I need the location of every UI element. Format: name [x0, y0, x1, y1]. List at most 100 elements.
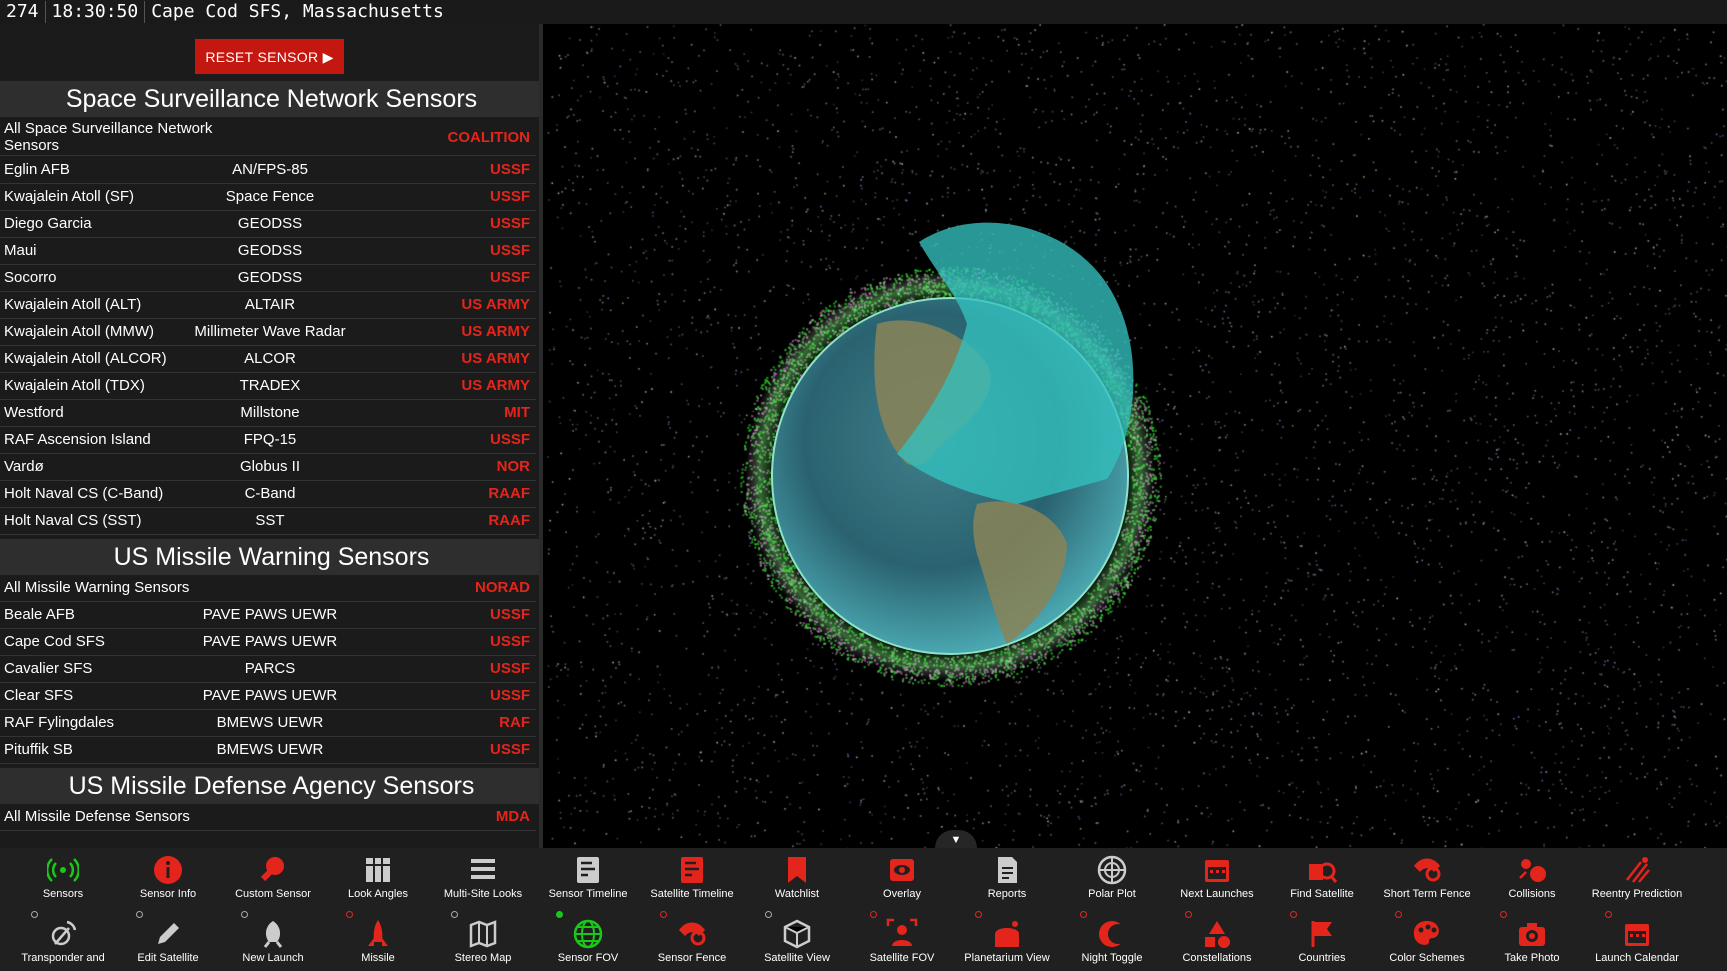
toolbar-button-new-launch[interactable]: New Launch [221, 908, 325, 971]
sensor-row[interactable]: Clear SFS PAVE PAWS UEWR USSF [0, 683, 536, 710]
sensor-row[interactable]: All Missile Warning Sensors NORAD [0, 575, 536, 602]
sensor-row[interactable]: Kwajalein Atoll (SF) Space Fence USSF [0, 184, 536, 211]
sensor-row[interactable]: RAF Fylingdales BMEWS UEWR RAF [0, 710, 536, 737]
status-indicator [556, 911, 563, 918]
toolbar-button-watchlist[interactable]: Watchlist [745, 848, 849, 906]
toolbar-button-next-launches[interactable]: Next Launches [1165, 848, 1269, 906]
sensor-row[interactable]: Kwajalein Atoll (ALCOR) ALCOR US ARMY [0, 346, 536, 373]
toolbar-button-launch-calendar[interactable]: Launch Calendar [1585, 908, 1689, 971]
toolbar-button-color-schemes[interactable]: Color Schemes [1375, 908, 1479, 971]
top-bar: 274 18:30:50 Cape Cod SFS, Massachusetts [0, 0, 1727, 24]
sensor-row[interactable]: Pituffik SB BMEWS UEWR USSF [0, 737, 536, 764]
toolbar-button-sensor-timeline[interactable]: Sensor Timeline [536, 848, 640, 906]
toolbar-button-night-toggle[interactable]: Night Toggle [1060, 908, 1164, 971]
status-indicator [660, 911, 667, 918]
toolbar-label: Transponder and [21, 952, 105, 964]
sensor-name: Kwajalein Atoll (ALT) [4, 296, 142, 313]
sensor-row[interactable]: Kwajalein Atoll (ALT) ALTAIR US ARMY [0, 292, 536, 319]
toolbar-button-edit-satellite[interactable]: Edit Satellite [116, 908, 220, 971]
status-indicator [1605, 911, 1612, 918]
toolbar-button-collisions[interactable]: Collisions [1480, 848, 1584, 906]
toolbar-label: Look Angles [348, 888, 408, 900]
planetarium-icon [995, 921, 1019, 947]
sensor-row[interactable]: Holt Naval CS (SST) SST RAAF [0, 508, 536, 535]
toolbar-button-find-satellite[interactable]: Find Satellite [1270, 848, 1374, 906]
sensor-owner: USSF [489, 269, 530, 286]
eye-icon [890, 859, 914, 881]
sensor-row[interactable]: Holt Naval CS (C-Band) C-Band RAAF [0, 481, 536, 508]
sensor-owner: US ARMY [461, 350, 530, 367]
sensor-name: Diego Garcia [4, 215, 92, 232]
toolbar-button-reports[interactable]: Reports [955, 848, 1059, 906]
sensor-name: RAF Ascension Island [4, 431, 151, 448]
map-icon [469, 920, 497, 948]
toolbar-button-satellite-timeline[interactable]: Satellite Timeline [640, 848, 744, 906]
toolbar-label: Custom Sensor [235, 888, 311, 900]
sensor-owner: MIT [504, 404, 530, 421]
sensor-row[interactable]: All Missile Defense Sensors MDA [0, 804, 536, 831]
palette-icon [1413, 921, 1439, 945]
sensor-owner: RAF [499, 714, 530, 731]
flag-icon [1311, 921, 1332, 947]
toolbar-button-planetarium-view[interactable]: Planetarium View [955, 908, 1059, 971]
sensor-type: FPQ-15 [243, 431, 297, 448]
toolbar-label: Constellations [1182, 952, 1252, 964]
sensor-row[interactable]: RAF Ascension Island FPQ-15 USSF [0, 427, 536, 454]
toolbar-button-countries[interactable]: Countries [1270, 908, 1374, 971]
sensor-row[interactable]: Kwajalein Atoll (TDX) TRADEX US ARMY [0, 373, 536, 400]
sensor-name: Kwajalein Atoll (ALCOR) [4, 350, 167, 367]
section-title: Space Surveillance Network Sensors [0, 81, 539, 117]
sensor-row[interactable]: Beale AFB PAVE PAWS UEWR USSF [0, 602, 536, 629]
sensor-type: ALTAIR [244, 296, 296, 313]
toolbar-button-multi-site-looks[interactable]: Multi-Site Looks [431, 848, 535, 906]
sensor-row[interactable]: All Space Surveillance Network Sensors CO… [0, 117, 536, 156]
sensor-row[interactable]: Eglin AFB AN/FPS-85 USSF [0, 157, 536, 184]
toolbar-button-short-term-fence[interactable]: Short Term Fence [1375, 848, 1479, 906]
sensor-row[interactable]: Diego Garcia GEODSS USSF [0, 211, 536, 238]
toolbar-button-transponder-and[interactable]: Transponder and [11, 908, 115, 971]
toolbar-button-sensor-info[interactable]: Sensor Info [116, 848, 220, 906]
toolbar-button-satellite-view[interactable]: Satellite View [745, 908, 849, 971]
toolbar-button-sensor-fov[interactable]: Sensor FOV [536, 908, 640, 971]
toolbar-button-sensor-fence[interactable]: Sensor Fence [640, 908, 744, 971]
toolbar-button-overlay[interactable]: Overlay [850, 848, 954, 906]
sensor-row[interactable]: Socorro GEODSS USSF [0, 265, 536, 292]
sensor-type: GEODSS [237, 215, 303, 232]
toolbar-label: Take Photo [1504, 952, 1560, 964]
sensor-row[interactable]: Kwajalein Atoll (MMW) Millimeter Wave Rad… [0, 319, 536, 346]
reset-sensor-button[interactable]: RESET SENSOR ▶ [195, 39, 344, 74]
sensor-type: AN/FPS-85 [232, 161, 308, 178]
sensor-owner: NOR [496, 458, 530, 475]
sensor-owner: USSF [489, 660, 530, 677]
toolbar-button-stereo-map[interactable]: Stereo Map [431, 908, 535, 971]
status-indicator [1080, 911, 1087, 918]
sensor-row[interactable]: Cavalier SFS PARCS USSF [0, 656, 536, 683]
wrench-icon [260, 857, 284, 882]
toolbar-button-satellite-fov[interactable]: Satellite FOV [850, 908, 954, 971]
frame-counter: 274 [6, 1, 39, 22]
sensor-name: RAF Fylingdales [4, 714, 115, 731]
sensor-name: Kwajalein Atoll (SF) [4, 188, 135, 205]
info-icon [154, 856, 182, 884]
globe-viewport[interactable] [547, 24, 1727, 848]
status-indicator [975, 911, 982, 918]
toolbar-button-take-photo[interactable]: Take Photo [1480, 908, 1584, 971]
toolbar-button-polar-plot[interactable]: Polar Plot [1060, 848, 1164, 906]
toolbar-button-reentry-prediction[interactable]: Reentry Prediction [1585, 848, 1689, 906]
sensor-type: PAVE PAWS UEWR [202, 606, 338, 623]
toolbar-button-custom-sensor[interactable]: Custom Sensor [221, 848, 325, 906]
sensor-row[interactable]: Vardø Globus II NOR [0, 454, 536, 481]
toolbar-button-constellations[interactable]: Constellations [1165, 908, 1269, 971]
toolbar-button-look-angles[interactable]: Look Angles [326, 848, 430, 906]
toolbar-label: Launch Calendar [1595, 952, 1679, 964]
globe-icon [573, 919, 603, 949]
toolbar-label: Collisions [1508, 888, 1556, 900]
toolbar-button-sensors[interactable]: Sensors [11, 848, 115, 906]
toolbar-button-missile[interactable]: Missile [326, 908, 430, 971]
sensor-row[interactable]: Cape Cod SFS PAVE PAWS UEWR USSF [0, 629, 536, 656]
toolbar-label: Satellite Timeline [650, 888, 734, 900]
sensor-row[interactable]: Maui GEODSS USSF [0, 238, 536, 265]
rocket-icon [263, 921, 283, 948]
sensor-row[interactable]: Westford Millstone MIT [0, 400, 536, 427]
sensor-owner: COALITION [447, 129, 531, 146]
